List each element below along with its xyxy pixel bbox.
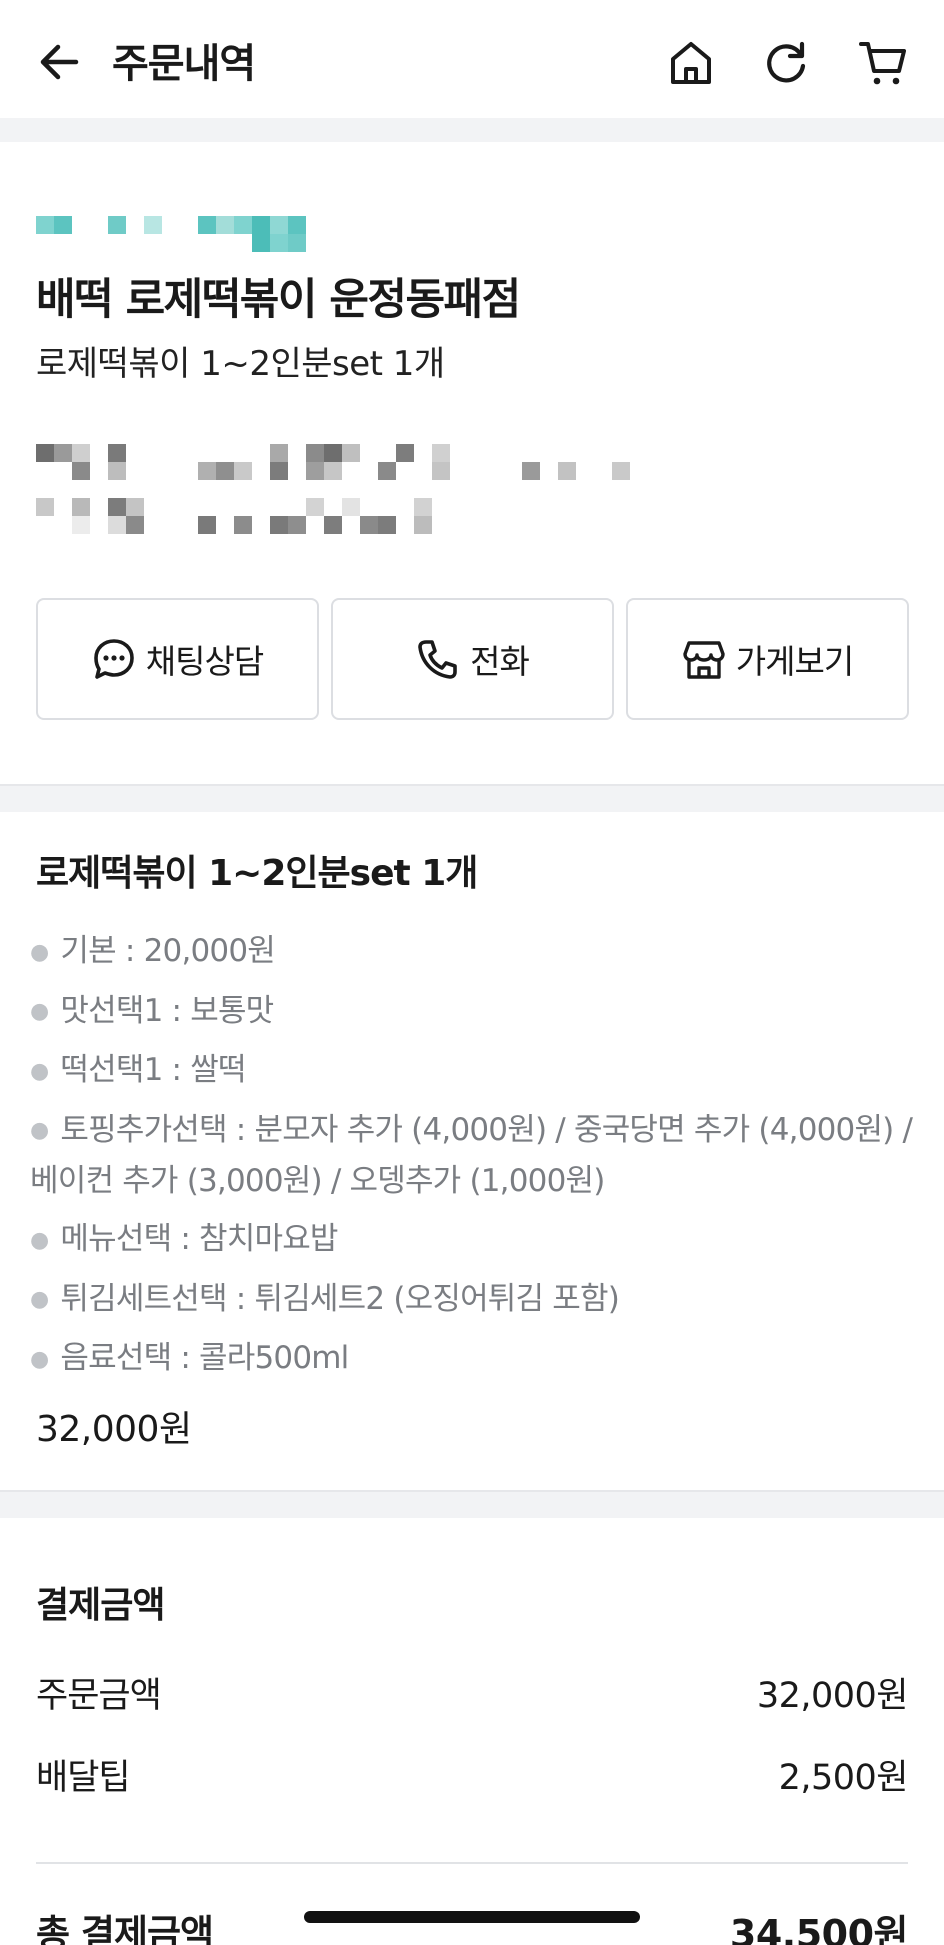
home-icon [671,42,711,84]
cart-icon [859,42,906,85]
call-label: 전화 [470,642,530,681]
chat-consult-button[interactable]: 채팅상담 [36,598,319,720]
store-info-section: 배떡 로제떡볶이 운정동패점 로제떡볶이 1~2인분set 1개 채팅상담 전화… [0,142,944,784]
order-summary: 로제떡볶이 1~2인분set 1개 [36,344,445,384]
menu-option: ● 떡선택1 : 쌀떡 [30,1052,246,1088]
view-store-button[interactable]: 가게보기 [626,598,909,720]
page-title: 주문내역 [112,41,256,87]
phone-icon [418,640,457,679]
section-divider [0,1490,944,1518]
view-store-label: 가게보기 [735,642,854,681]
menu-options: ● 기본 : 20,000원 ● 맛선택1 : 보통맛 ● 떡선택1 : 쌀떡 ● 토핑… [30,926,920,1393]
call-button[interactable]: 전화 [331,598,614,720]
menu-option: ● 맛선택1 : 보통맛 [30,992,274,1029]
total-amount-label: 총 결제금액 [36,1912,214,1945]
payment-divider [36,1862,908,1864]
order-amount-label: 주문금액 [36,1676,162,1716]
order-amount-value: 32,000원 [756,1676,909,1716]
menu-option: ● 기본 : 20,000원 [30,933,276,969]
section-divider [0,784,944,812]
delivery-tip-row: 배달팁 2,500원 [36,1752,909,1804]
cart-button[interactable] [859,38,909,88]
menu-option: ● 음료선택 : 콜라500ml [30,1340,349,1376]
address-redacted [36,444,636,534]
back-button[interactable] [36,38,84,86]
chat-consult-label: 채팅상담 [145,642,264,681]
storefront-icon [683,641,725,679]
refresh-icon [767,41,806,83]
delivery-tip-value: 2,500원 [778,1758,909,1798]
refresh-button[interactable] [761,38,811,88]
menu-detail-section: 로제떡볶이 1~2인분set 1개 ● 기본 : 20,000원 ● 맛선택1 : … [0,812,944,1490]
app-header: 주문내역 [0,0,944,118]
menu-option: ● 메뉴선택 : 참치마요밥 [30,1221,338,1257]
menu-option: ● 토핑추가선택 : 분모자 추가 (4,000원) / 중국당면 추가 (4,0… [30,1111,913,1200]
payment-section: 결제금액 주문금액 32,000원 배달팁 2,500원 총 결제금액 34,5… [0,1518,944,1945]
delivery-tip-label: 배달팁 [36,1758,131,1798]
order-amount-row: 주문금액 32,000원 [36,1670,909,1722]
total-amount-value: 34,500원 [729,1912,909,1945]
home-button[interactable] [666,38,716,88]
menu-option: ● 튀김세트선택 : 튀김세트2 (오징어튀김 포함) [30,1280,620,1317]
order-status-redacted [36,216,346,252]
home-indicator[interactable] [304,1911,640,1923]
menu-price: 32,000원 [36,1409,192,1450]
menu-title: 로제떡볶이 1~2인분set 1개 [36,853,478,894]
store-actions: 채팅상담 전화 가게보기 [36,598,909,720]
store-name: 배떡 로제떡볶이 운정동패점 [36,275,521,325]
chat-bubble-icon [93,639,134,679]
payment-title: 결제금액 [36,1585,165,1626]
back-arrow-icon [40,44,79,80]
section-divider [0,118,944,142]
